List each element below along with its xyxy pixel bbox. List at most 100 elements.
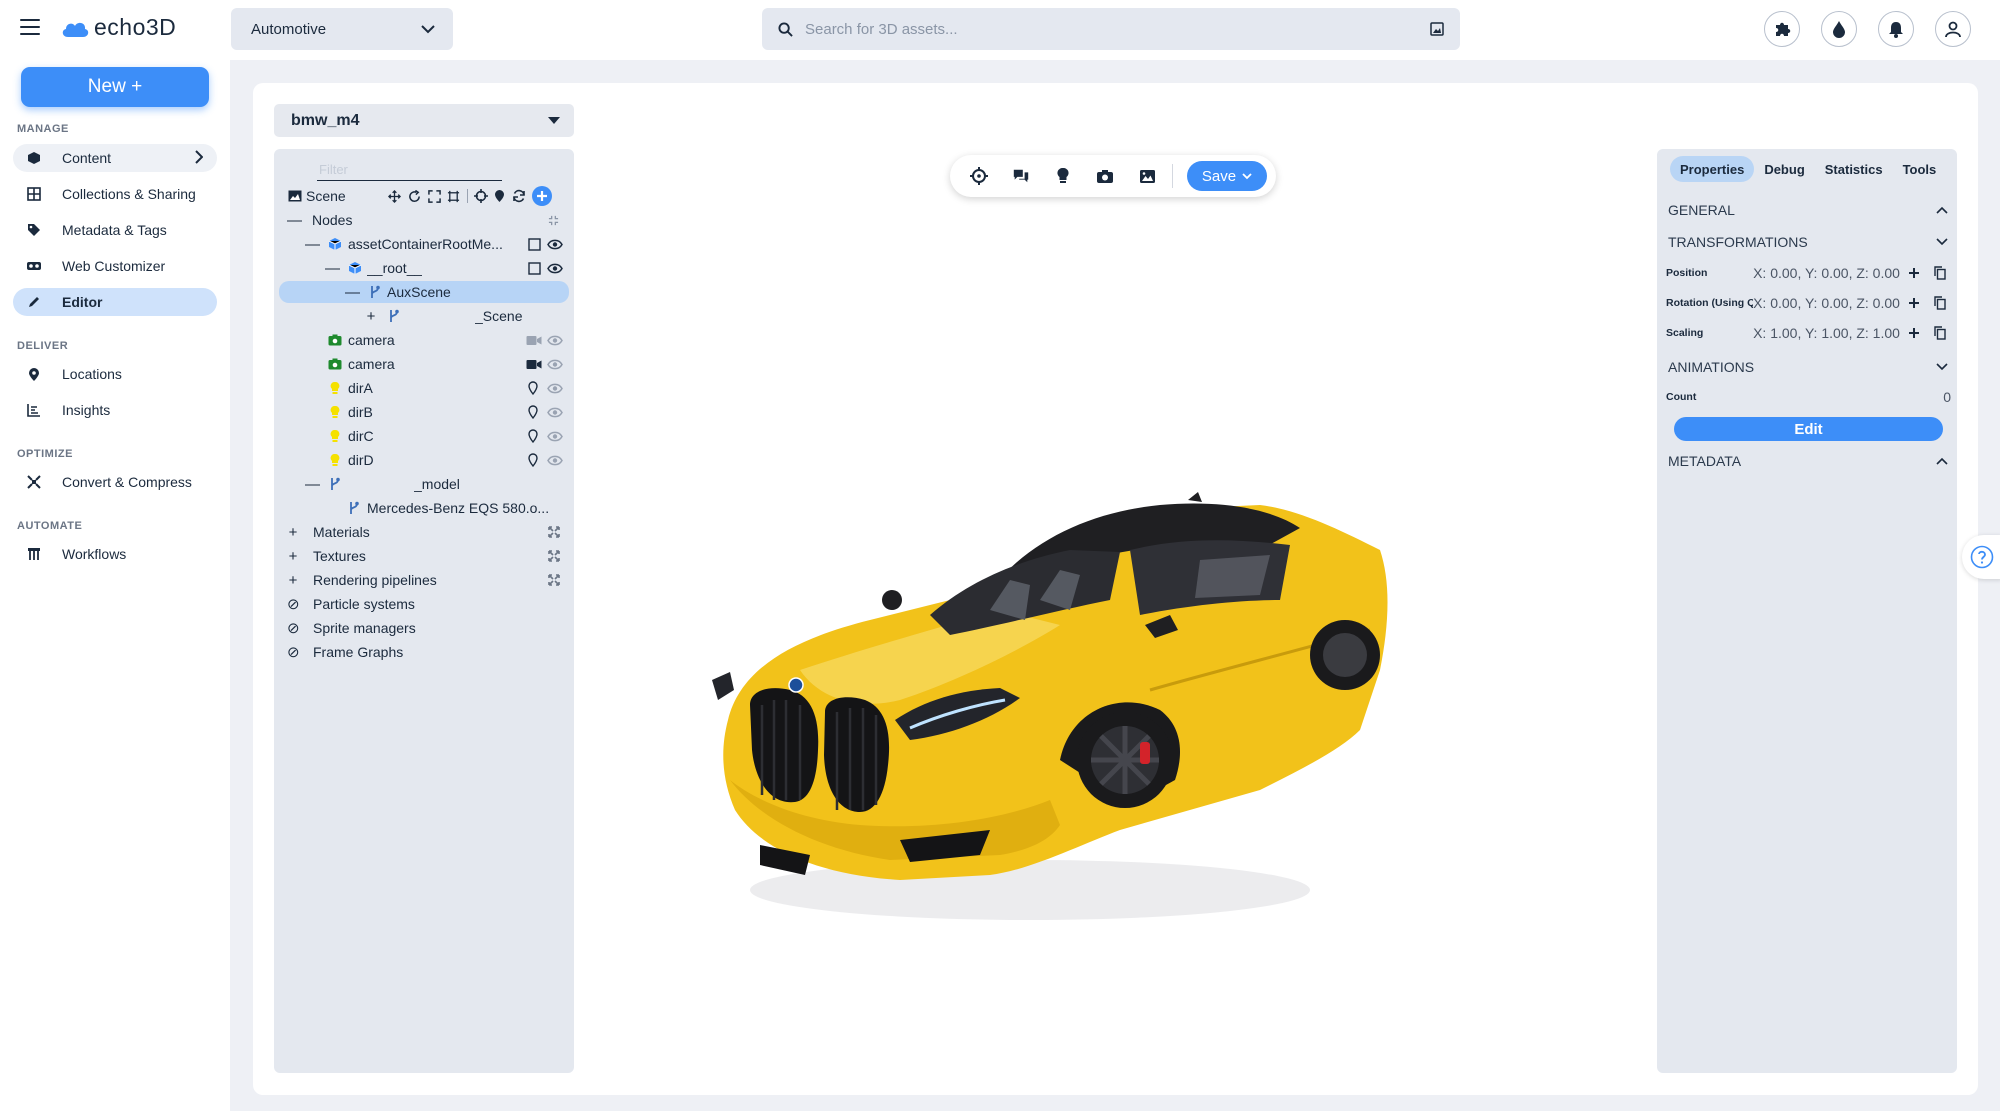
bounding-checkbox-icon[interactable] <box>528 237 541 251</box>
tree-row-root[interactable]: — __root__ <box>274 257 574 279</box>
tab-tools[interactable]: Tools <box>1893 156 1947 182</box>
property-value[interactable]: X: 0.00, Y: 0.00, Z: 0.00 <box>1753 265 1903 281</box>
collapse-toggle[interactable]: — <box>305 236 320 253</box>
bell-icon[interactable] <box>1878 11 1914 47</box>
eye-icon[interactable] <box>547 239 563 250</box>
tree-row-camera[interactable]: camera <box>274 329 574 351</box>
edit-button[interactable]: Edit <box>1674 417 1943 441</box>
image-icon[interactable] <box>1138 167 1156 185</box>
image-search-icon[interactable] <box>1430 22 1444 36</box>
expand-toggle[interactable]: + <box>287 548 299 565</box>
bulb-icon[interactable] <box>1054 167 1072 185</box>
tree-row-scene-child[interactable]: + _Scene <box>274 305 574 327</box>
pin-icon[interactable] <box>494 189 505 203</box>
sidebar-item-insights[interactable]: Insights <box>13 396 217 424</box>
tree-row-light[interactable]: dirB <box>274 401 574 423</box>
sidebar-item-convert[interactable]: Convert & Compress <box>13 468 217 496</box>
camera-icon[interactable] <box>1096 167 1114 185</box>
tree-row-materials[interactable]: + Materials <box>274 521 574 543</box>
tab-properties[interactable]: Properties <box>1670 156 1755 182</box>
new-button[interactable]: New + <box>21 67 209 107</box>
sidebar-item-content[interactable]: Content <box>13 144 217 172</box>
puzzle-icon[interactable] <box>1764 11 1800 47</box>
gizmo-pin-icon[interactable] <box>528 429 538 443</box>
copy-icon[interactable] <box>1929 326 1951 340</box>
video-camera-icon[interactable] <box>526 335 542 346</box>
menu-icon[interactable] <box>20 19 40 35</box>
tab-statistics[interactable]: Statistics <box>1815 156 1893 182</box>
logo[interactable]: echo3D <box>60 14 176 41</box>
drop-icon[interactable] <box>1821 11 1857 47</box>
sidebar-item-web-customizer[interactable]: Web Customizer <box>13 252 217 280</box>
gizmo-pin-icon[interactable] <box>528 405 538 419</box>
expand-arrows-icon[interactable] <box>548 526 560 538</box>
scale-icon[interactable] <box>428 189 441 203</box>
add-icon[interactable] <box>532 186 552 206</box>
expand-toggle[interactable]: + <box>287 572 299 589</box>
copy-icon[interactable] <box>1929 296 1951 310</box>
tree-row-frame-graphs[interactable]: ⊘ Frame Graphs <box>274 641 574 663</box>
tree-row-nodes[interactable]: — Nodes <box>274 209 574 231</box>
gizmo-pin-icon[interactable] <box>528 381 538 395</box>
crosshair-icon[interactable] <box>970 167 988 185</box>
tree-row-textures[interactable]: + Textures <box>274 545 574 567</box>
tree-row-particle-systems[interactable]: ⊘ Particle systems <box>274 593 574 615</box>
move-icon[interactable] <box>388 189 401 203</box>
user-icon[interactable] <box>1935 11 1971 47</box>
expand-arrows-icon[interactable] <box>548 574 560 586</box>
tree-row-light[interactable]: dirA <box>274 377 574 399</box>
expand-toggle[interactable]: + <box>365 308 377 325</box>
filter-input[interactable] <box>317 159 502 181</box>
expand-arrows-icon[interactable] <box>548 215 559 226</box>
expand-arrows-icon[interactable] <box>548 550 560 562</box>
sidebar-item-metadata[interactable]: Metadata & Tags <box>13 216 217 244</box>
sidebar-item-collections[interactable]: Collections & Sharing <box>13 180 217 208</box>
plus-icon[interactable] <box>1903 297 1925 309</box>
crosshair-icon[interactable] <box>474 189 488 203</box>
tree-row-rendering-pipelines[interactable]: + Rendering pipelines <box>274 569 574 591</box>
tree-row-camera[interactable]: camera <box>274 353 574 375</box>
tree-row-scene[interactable]: Scene <box>274 185 574 207</box>
eye-icon[interactable] <box>547 455 563 466</box>
save-button[interactable]: Save <box>1187 161 1267 191</box>
rotate-icon[interactable] <box>408 189 421 203</box>
section-header-metadata[interactable]: METADATA <box>1668 450 1948 472</box>
plus-icon[interactable] <box>1903 327 1925 339</box>
collapse-toggle[interactable]: — <box>325 260 340 277</box>
video-camera-icon[interactable] <box>526 359 542 370</box>
tree-row-light[interactable]: dirD <box>274 449 574 471</box>
tree-row-sprite-managers[interactable]: ⊘ Sprite managers <box>274 617 574 639</box>
tree-row-asset-container[interactable]: — assetContainerRootMe... <box>274 233 574 255</box>
collapse-toggle[interactable]: — <box>287 212 302 229</box>
copy-icon[interactable] <box>1929 266 1951 280</box>
section-header-general[interactable]: GENERAL <box>1668 199 1948 221</box>
eye-icon[interactable] <box>547 407 563 418</box>
eye-icon[interactable] <box>547 263 563 274</box>
collapse-toggle[interactable]: — <box>345 284 360 301</box>
tree-row-mesh[interactable]: Mercedes-Benz EQS 580.o... <box>274 497 574 519</box>
property-value[interactable]: X: 0.00, Y: 0.00, Z: 0.00 <box>1753 295 1903 311</box>
gizmo-pin-icon[interactable] <box>528 453 538 467</box>
model-select[interactable]: bmw_m4 <box>274 104 574 137</box>
expand-toggle[interactable]: + <box>287 524 299 541</box>
help-button[interactable] <box>1962 535 2000 579</box>
refresh-icon[interactable] <box>512 189 526 203</box>
eye-icon[interactable] <box>547 431 563 442</box>
sidebar-item-editor[interactable]: Editor <box>13 288 217 316</box>
section-header-animations[interactable]: ANIMATIONS <box>1668 356 1948 378</box>
collapse-toggle[interactable]: — <box>305 476 320 493</box>
sidebar-item-workflows[interactable]: Workflows <box>13 540 217 568</box>
tree-row-light[interactable]: dirC <box>274 425 574 447</box>
tree-row-auxscene[interactable]: — AuxScene <box>279 281 569 303</box>
bounding-checkbox-icon[interactable] <box>528 261 541 275</box>
sidebar-item-locations[interactable]: Locations <box>13 360 217 388</box>
chat-icon[interactable] <box>1012 167 1030 185</box>
car-3d-model[interactable] <box>700 450 1400 940</box>
project-select[interactable]: Automotive <box>231 8 453 50</box>
plus-icon[interactable] <box>1903 267 1925 279</box>
property-value[interactable]: X: 1.00, Y: 1.00, Z: 1.00 <box>1753 325 1903 341</box>
eye-icon[interactable] <box>547 359 563 370</box>
search-input[interactable] <box>805 20 1418 38</box>
tree-row-model[interactable]: — _model <box>274 473 574 495</box>
tab-debug[interactable]: Debug <box>1754 156 1814 182</box>
